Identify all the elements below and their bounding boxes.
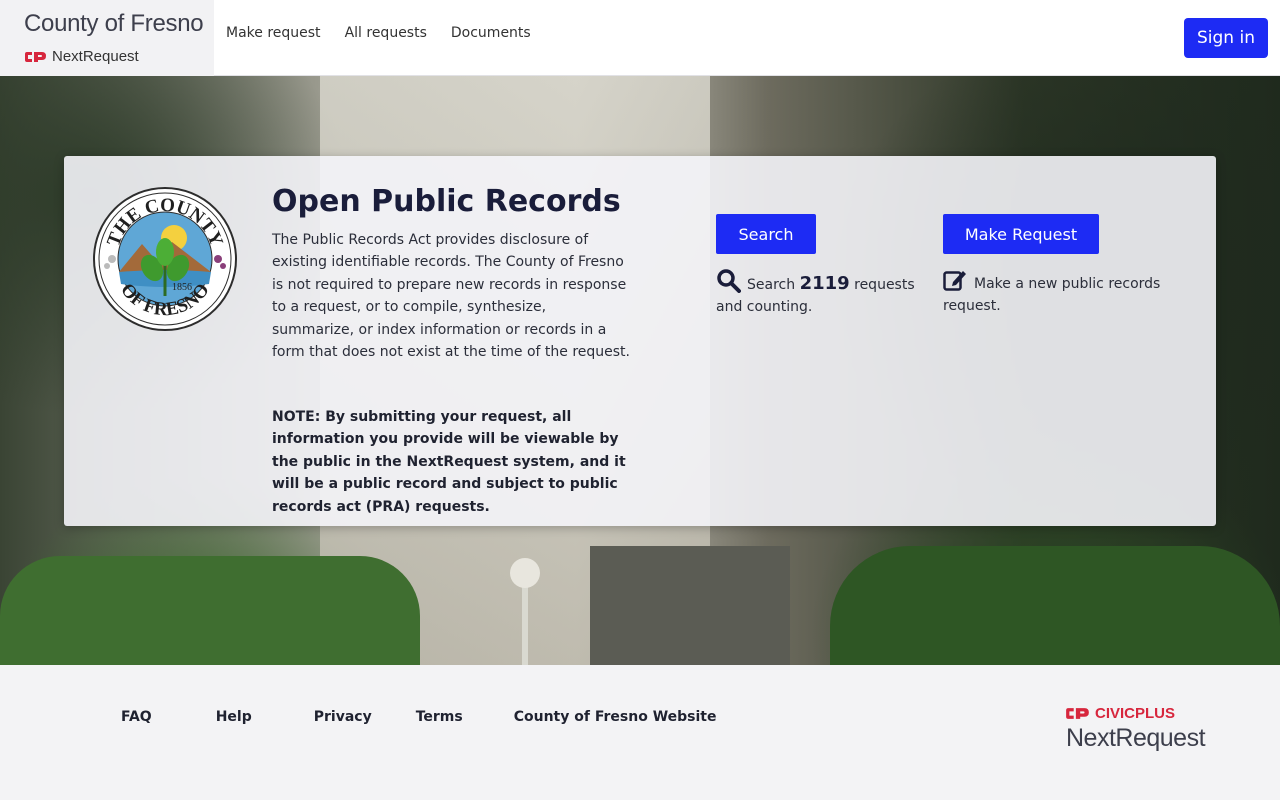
search-button[interactable]: Search bbox=[716, 214, 816, 254]
footer-county-website-link[interactable]: County of Fresno Website bbox=[514, 709, 717, 725]
org-title[interactable]: County of Fresno bbox=[24, 10, 204, 38]
footer-privacy-link[interactable]: Privacy bbox=[314, 709, 372, 725]
footer-faq-link[interactable]: FAQ bbox=[121, 709, 152, 725]
main-nav: Make request All requests Documents bbox=[226, 25, 555, 41]
hero-background: THE COUNTY OF FRESNO 1856 Open Public Re… bbox=[0, 76, 1280, 665]
county-seal-icon: THE COUNTY OF FRESNO 1856 bbox=[93, 187, 237, 331]
hedge-left bbox=[0, 556, 420, 665]
search-icon bbox=[717, 269, 741, 293]
nextrequest-brand: NextRequest bbox=[25, 48, 139, 65]
civicplus-label: CIVICPLUS bbox=[1095, 705, 1176, 722]
civicplus-mark-icon bbox=[25, 51, 46, 62]
make-request-text: Make a new public records request. bbox=[943, 276, 1161, 314]
page-title: Open Public Records bbox=[272, 184, 621, 219]
civicplus-mark-icon bbox=[1066, 708, 1089, 719]
footer-help-link[interactable]: Help bbox=[216, 709, 252, 725]
intro-card: THE COUNTY OF FRESNO 1856 Open Public Re… bbox=[64, 156, 1216, 526]
request-count: 2119 bbox=[799, 273, 850, 294]
search-caption: Search 2119 requests and counting. bbox=[716, 268, 916, 318]
brand-sub-label: NextRequest bbox=[52, 48, 139, 65]
edit-icon bbox=[943, 271, 966, 291]
submission-note: NOTE: By submitting your request, all in… bbox=[272, 409, 626, 515]
civicplus-logo[interactable]: CIVICPLUS NextRequest bbox=[1066, 705, 1206, 753]
nextrequest-label: NextRequest bbox=[1066, 724, 1206, 752]
footer-links: FAQ Help Privacy Terms County of Fresno … bbox=[121, 709, 716, 725]
nav-documents[interactable]: Documents bbox=[451, 25, 531, 41]
search-prefix: Search bbox=[747, 277, 796, 293]
statue-base bbox=[590, 546, 790, 665]
hedge-right bbox=[830, 546, 1280, 665]
records-description: The Public Records Act provides disclosu… bbox=[272, 232, 630, 361]
make-request-caption: Make a new public records request. bbox=[943, 268, 1173, 317]
civicplus-wordmark: CIVICPLUS bbox=[1066, 705, 1205, 722]
nav-all-requests[interactable]: All requests bbox=[345, 25, 427, 41]
make-request-button[interactable]: Make Request bbox=[943, 214, 1099, 254]
top-header: County of Fresno NextRequest Make reques… bbox=[0, 0, 1280, 76]
footer-terms-link[interactable]: Terms bbox=[416, 709, 463, 725]
seal-year: 1856 bbox=[172, 282, 192, 293]
lamp-post bbox=[510, 558, 540, 665]
brand-block[interactable]: County of Fresno NextRequest bbox=[0, 0, 214, 76]
nav-make-request[interactable]: Make request bbox=[226, 25, 321, 41]
footer: FAQ Help Privacy Terms County of Fresno … bbox=[0, 665, 1280, 800]
sign-in-button[interactable]: Sign in bbox=[1184, 18, 1268, 58]
